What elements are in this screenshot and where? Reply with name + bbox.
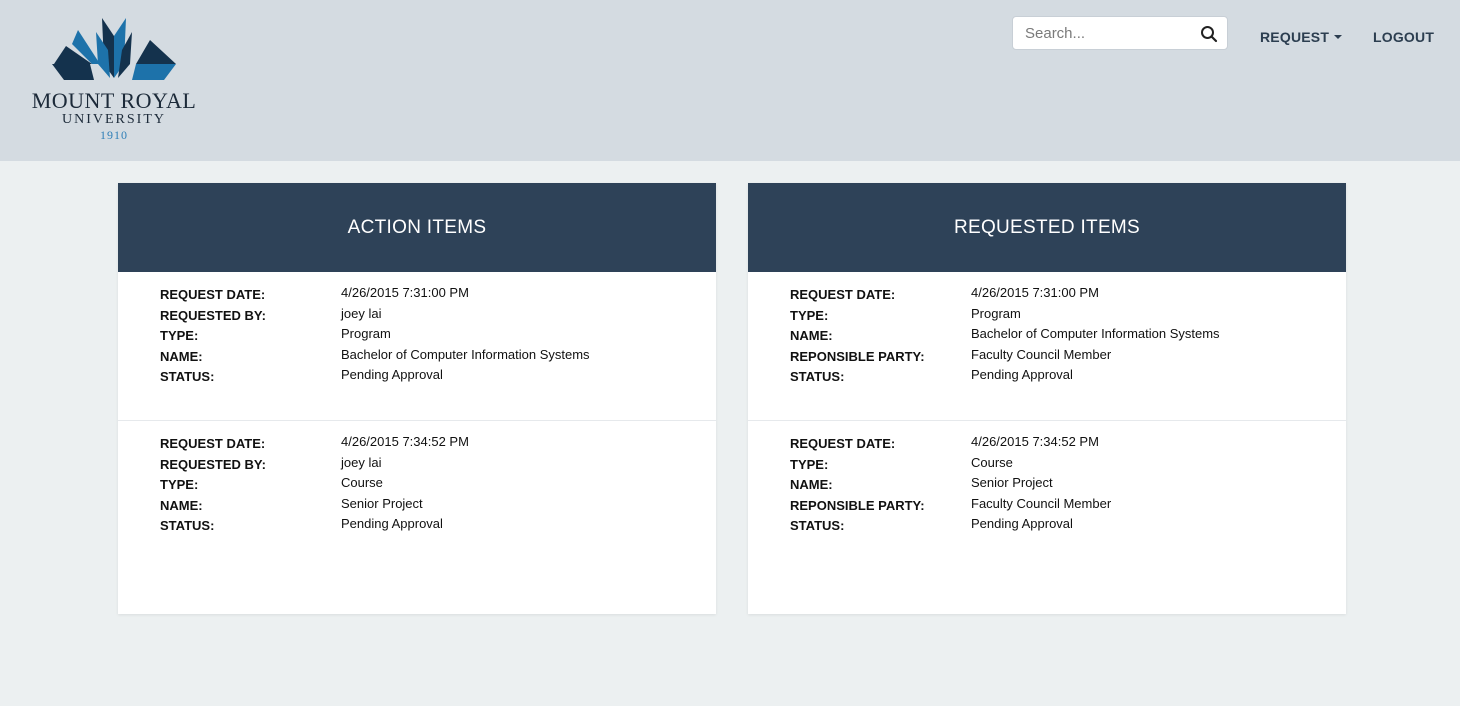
detail-row: STATUS: Pending Approval	[790, 367, 1346, 388]
detail-row: TYPE: Program	[160, 326, 716, 347]
field-value: Program	[971, 305, 1021, 321]
field-label: STATUS:	[790, 518, 845, 533]
field-label: REPONSIBLE PARTY:	[790, 497, 925, 513]
list-item[interactable]: REQUEST DATE: 4/26/2015 7:34:52 PM REQUES…	[118, 421, 716, 570]
field-label: REQUEST DATE:	[790, 287, 896, 302]
search-box	[1012, 16, 1228, 50]
requested-items-panel: REQUESTED ITEMS REQUEST DATE: 4/26/2015 7…	[748, 183, 1346, 614]
field-label: TYPE:	[790, 307, 829, 323]
detail-row: REQUEST DATE: 4/26/2015 7:34:52 PM	[160, 434, 716, 455]
detail-row: TYPE: Course	[160, 475, 716, 496]
top-header: MOUNT ROYAL UNIVERSITY 1910 REQUEST LOGO…	[0, 0, 1460, 161]
detail-row: STATUS: Pending Approval	[160, 516, 716, 537]
field-label: STATUS:	[160, 369, 215, 384]
search-input[interactable]	[1025, 17, 1195, 49]
detail-row: REPONSIBLE PARTY: Faculty Council Member	[790, 496, 1346, 517]
field-value: joey lai	[341, 454, 382, 470]
field-value: Senior Project	[341, 495, 423, 511]
field-label: NAME:	[160, 348, 203, 364]
field-label: REQUEST DATE:	[790, 436, 896, 451]
field-value: Program	[341, 326, 391, 341]
field-value: Faculty Council Member	[971, 495, 1112, 511]
field-value: Faculty Council Member	[971, 346, 1112, 362]
action-items-title: ACTION ITEMS	[118, 183, 716, 272]
field-value: Bachelor of Computer Information Systems	[341, 346, 590, 362]
detail-row: TYPE: Course	[790, 455, 1346, 476]
field-label: REPONSIBLE PARTY:	[790, 348, 925, 364]
detail-row: REPONSIBLE PARTY: Faculty Council Member	[790, 347, 1346, 368]
detail-row: REQUEST DATE: 4/26/2015 7:31:00 PM	[790, 285, 1346, 306]
field-value: Course	[971, 454, 1013, 470]
field-label: STATUS:	[790, 369, 845, 384]
logo-wordmark: MOUNT ROYAL	[31, 88, 197, 113]
field-label: TYPE:	[160, 328, 199, 343]
field-value: Bachelor of Computer Information Systems	[971, 326, 1220, 341]
field-label: NAME:	[160, 497, 203, 513]
detail-row: REQUEST DATE: 4/26/2015 7:31:00 PM	[160, 285, 716, 306]
mount-royal-logo-mark-icon	[52, 18, 176, 80]
nav-logout-link[interactable]: LOGOUT	[1373, 29, 1434, 45]
field-label: NAME:	[790, 477, 833, 492]
field-value: 4/26/2015 7:34:52 PM	[341, 434, 469, 449]
field-label: REQUEST DATE:	[160, 436, 266, 451]
field-label: TYPE:	[160, 477, 199, 492]
list-item[interactable]: REQUEST DATE: 4/26/2015 7:31:00 PM REQUES…	[118, 272, 716, 421]
field-value: 4/26/2015 7:34:52 PM	[971, 434, 1099, 449]
list-item[interactable]: REQUEST DATE: 4/26/2015 7:31:00 PM TYPE: P…	[748, 272, 1346, 421]
field-value: 4/26/2015 7:31:00 PM	[971, 285, 1099, 300]
university-logo[interactable]: MOUNT ROYAL UNIVERSITY 1910	[18, 16, 210, 144]
field-value: 4/26/2015 7:31:00 PM	[341, 285, 469, 300]
detail-row: STATUS: Pending Approval	[160, 367, 716, 388]
detail-row: REQUEST DATE: 4/26/2015 7:34:52 PM	[790, 434, 1346, 455]
field-label: REQUESTED BY:	[160, 456, 266, 472]
field-label: TYPE:	[790, 456, 829, 472]
detail-row: STATUS: Pending Approval	[790, 516, 1346, 537]
detail-row: NAME: Senior Project	[160, 496, 716, 517]
logo-subtitle: UNIVERSITY	[62, 112, 166, 127]
detail-row: NAME: Senior Project	[790, 475, 1346, 496]
field-label: STATUS:	[160, 518, 215, 533]
nav-request-dropdown[interactable]: REQUEST	[1260, 29, 1343, 45]
field-value: Pending Approval	[971, 516, 1073, 531]
field-value: Senior Project	[971, 475, 1053, 490]
field-value: Pending Approval	[341, 516, 443, 531]
caret-down-icon	[1334, 35, 1343, 40]
requested-items-title: REQUESTED ITEMS	[748, 183, 1346, 272]
detail-row: REQUESTED BY: joey lai	[160, 306, 716, 327]
detail-row: TYPE: Program	[790, 306, 1346, 327]
logo-year: 1910	[100, 128, 128, 142]
field-value: Pending Approval	[341, 367, 443, 382]
detail-row: NAME: Bachelor of Computer Information Sy…	[790, 326, 1346, 347]
action-items-panel: ACTION ITEMS REQUEST DATE: 4/26/2015 7:31…	[118, 183, 716, 614]
detail-row: REQUESTED BY: joey lai	[160, 455, 716, 476]
field-label: NAME:	[790, 328, 833, 343]
detail-row: NAME: Bachelor of Computer Information Sy…	[160, 347, 716, 368]
field-value: Course	[341, 475, 383, 490]
field-label: REQUESTED BY:	[160, 307, 266, 323]
nav-request-label: REQUEST	[1260, 29, 1330, 45]
field-value: joey lai	[341, 305, 382, 321]
field-label: REQUEST DATE:	[160, 287, 266, 302]
field-value: Pending Approval	[971, 367, 1073, 382]
list-item[interactable]: REQUEST DATE: 4/26/2015 7:34:52 PM TYPE: C…	[748, 421, 1346, 570]
search-icon[interactable]	[1200, 25, 1218, 43]
